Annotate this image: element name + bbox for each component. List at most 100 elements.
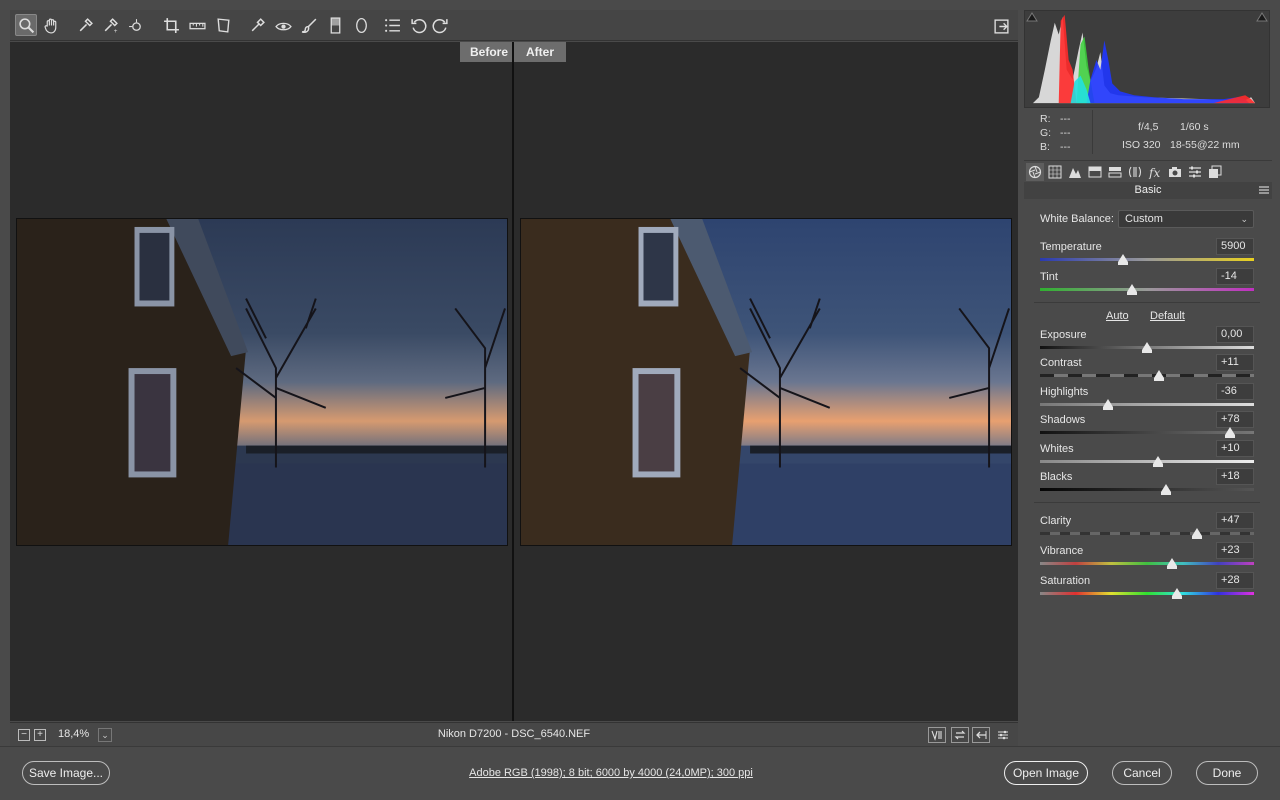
preview-area[interactable]: Before After xyxy=(10,42,1018,721)
fullscreen-toggle-button[interactable] xyxy=(990,15,1012,37)
tab-hsl[interactable] xyxy=(1086,163,1104,181)
rotate-left-icon xyxy=(410,18,426,33)
highlights-value[interactable]: -36 xyxy=(1216,383,1254,400)
panel-title: Basic xyxy=(1024,182,1272,199)
tone-curve-icon xyxy=(1048,165,1062,179)
hand-tool[interactable] xyxy=(40,14,62,36)
red-eye-tool[interactable] xyxy=(272,14,294,36)
section-divider xyxy=(1034,502,1260,503)
white-balance-value: Custom xyxy=(1125,213,1163,225)
temperature-thumb[interactable] xyxy=(1118,254,1129,265)
temperature-value[interactable]: 5900 xyxy=(1216,238,1254,255)
tab-snapshots[interactable] xyxy=(1206,163,1224,181)
saturation-thumb[interactable] xyxy=(1171,588,1182,599)
whites-slider[interactable]: Whites +10 xyxy=(1040,440,1254,469)
vibrance-thumb[interactable] xyxy=(1166,558,1177,569)
white-balance-select[interactable]: Custom ⌄ xyxy=(1118,210,1254,228)
white-balance-icon xyxy=(79,17,93,31)
auto-link[interactable]: Auto xyxy=(1106,310,1129,322)
tab-basic[interactable] xyxy=(1026,163,1044,181)
tab-tone-curve[interactable] xyxy=(1046,163,1064,181)
tint-thumb[interactable] xyxy=(1127,284,1138,295)
zoom-icon xyxy=(18,17,34,33)
sliders-icon xyxy=(998,730,1008,740)
highlights-slider[interactable]: Highlights -36 xyxy=(1040,383,1254,412)
tint-value[interactable]: -14 xyxy=(1216,268,1254,285)
contrast-slider[interactable]: Contrast +11 xyxy=(1040,354,1254,383)
rotate-right-button[interactable] xyxy=(429,14,451,36)
exposure-slider[interactable]: Exposure 0,00 xyxy=(1040,326,1254,355)
highlight-clipping-warning-icon[interactable] xyxy=(1256,12,1268,22)
b-label: B: xyxy=(1040,141,1050,153)
crop-tool[interactable] xyxy=(160,14,182,36)
graduated-filter-tool[interactable] xyxy=(324,14,346,36)
g-value: --- xyxy=(1060,127,1071,139)
contrast-thumb[interactable] xyxy=(1153,370,1164,381)
snapshots-icon xyxy=(1209,165,1222,178)
rotate-left-button[interactable] xyxy=(407,14,429,36)
iso: ISO 320 xyxy=(1122,139,1161,151)
open-image-button[interactable]: Open Image xyxy=(1004,761,1088,785)
clarity-thumb[interactable] xyxy=(1192,528,1203,539)
shadows-track[interactable] xyxy=(1040,431,1254,434)
footer: Save Image... Adobe RGB (1998); 8 bit; 6… xyxy=(0,746,1280,800)
tint-track[interactable] xyxy=(1040,288,1254,291)
tab-camera-calibration[interactable] xyxy=(1166,163,1184,181)
shadows-value[interactable]: +78 xyxy=(1216,411,1254,428)
color-sampler-tool[interactable]: + xyxy=(99,14,121,36)
contrast-track[interactable] xyxy=(1040,374,1254,377)
saturation-slider[interactable]: Saturation +28 xyxy=(1040,572,1254,601)
whites-thumb[interactable] xyxy=(1152,456,1163,467)
vibrance-value[interactable]: +23 xyxy=(1216,542,1254,559)
highlights-thumb[interactable] xyxy=(1103,399,1114,410)
tab-split-toning[interactable] xyxy=(1106,163,1124,181)
blacks-slider[interactable]: Blacks +18 xyxy=(1040,468,1254,497)
clarity-slider[interactable]: Clarity +47 xyxy=(1040,512,1254,541)
default-link[interactable]: Default xyxy=(1150,310,1185,322)
copy-settings-button[interactable] xyxy=(972,727,990,743)
tab-detail[interactable] xyxy=(1066,163,1084,181)
toggle-settings-button[interactable] xyxy=(994,727,1012,743)
saturation-value[interactable]: +28 xyxy=(1216,572,1254,589)
blacks-track[interactable] xyxy=(1040,488,1254,491)
temperature-track[interactable] xyxy=(1040,258,1254,261)
white-balance-label: White Balance: xyxy=(1040,213,1114,225)
zoom-tool[interactable] xyxy=(15,14,37,36)
tab-effects[interactable]: fx xyxy=(1146,163,1164,181)
whites-track[interactable] xyxy=(1040,460,1254,463)
temperature-slider[interactable]: Temperature 5900 xyxy=(1040,238,1254,267)
whites-value[interactable]: +10 xyxy=(1216,440,1254,457)
shadows-thumb[interactable] xyxy=(1225,427,1236,438)
exposure-thumb[interactable] xyxy=(1142,342,1152,353)
contrast-value[interactable]: +11 xyxy=(1216,354,1254,371)
transform-tool[interactable] xyxy=(212,14,234,36)
cancel-button[interactable]: Cancel xyxy=(1112,761,1172,785)
panel-menu-icon[interactable] xyxy=(1258,184,1270,196)
straighten-tool[interactable] xyxy=(186,14,208,36)
clarity-value[interactable]: +47 xyxy=(1216,512,1254,529)
chevron-down-icon: ⌄ xyxy=(1240,214,1248,224)
preferences-tool[interactable] xyxy=(381,14,403,36)
spot-removal-tool[interactable] xyxy=(246,14,268,36)
before-after-view-button[interactable] xyxy=(928,727,946,743)
white-balance-tool[interactable] xyxy=(74,14,96,36)
targeted-adjustment-tool[interactable] xyxy=(125,14,147,36)
exposure-value[interactable]: 0,00 xyxy=(1216,326,1254,343)
radial-filter-tool[interactable] xyxy=(350,14,372,36)
adjustment-brush-tool[interactable] xyxy=(298,14,320,36)
highlights-track[interactable] xyxy=(1040,403,1254,406)
before-photo xyxy=(16,218,508,546)
vibrance-track[interactable] xyxy=(1040,562,1254,565)
tint-slider[interactable]: Tint -14 xyxy=(1040,268,1254,297)
clarity-track[interactable] xyxy=(1040,532,1254,535)
swap-settings-button[interactable] xyxy=(951,727,969,743)
saturation-track[interactable] xyxy=(1040,592,1254,595)
blacks-value[interactable]: +18 xyxy=(1216,468,1254,485)
done-button[interactable]: Done xyxy=(1196,761,1258,785)
tab-lens-corrections[interactable] xyxy=(1126,163,1144,181)
shadow-clipping-warning-icon[interactable] xyxy=(1026,12,1038,22)
blacks-thumb[interactable] xyxy=(1161,484,1172,495)
tab-presets[interactable] xyxy=(1186,163,1204,181)
vibrance-slider[interactable]: Vibrance +23 xyxy=(1040,542,1254,571)
shadows-slider[interactable]: Shadows +78 xyxy=(1040,411,1254,440)
